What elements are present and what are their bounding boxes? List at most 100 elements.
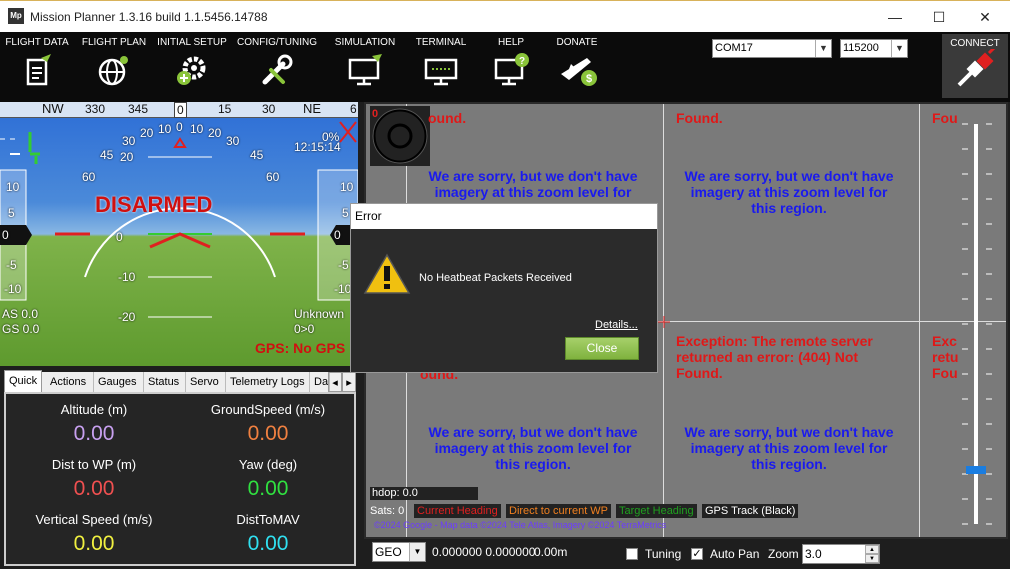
- left-scale-label: 0: [2, 228, 9, 242]
- autopan-checkbox[interactable]: ✓: [691, 548, 703, 560]
- baud-value: 115200: [843, 42, 879, 54]
- menu-flight-data[interactable]: FLIGHT DATA: [4, 37, 70, 91]
- menu-help[interactable]: HELP ?: [484, 37, 538, 91]
- zoom-slider-thumb[interactable]: [966, 466, 986, 474]
- map-overlay-icon: 0: [370, 106, 430, 166]
- right-scale-label: 10: [340, 180, 354, 194]
- chevron-down-icon[interactable]: ▼: [409, 543, 425, 561]
- hud-display: NW 330 345 0 15 30 NE 6 60 45 30 20 10 0: [0, 102, 358, 366]
- tuning-label: Tuning: [645, 547, 682, 561]
- airspeed-readout: AS 0.0: [2, 307, 39, 321]
- plug-icon: [957, 45, 997, 87]
- coord-type-value: GEO: [375, 545, 402, 559]
- sats-readout: Sats: 0: [370, 505, 405, 517]
- legend-label: GPS Track (Black): [705, 505, 796, 517]
- tab-telemetry-logs[interactable]: Telemetry Logs: [226, 372, 310, 392]
- tile-error-text: ound.: [428, 110, 467, 126]
- donate-icon: $: [561, 58, 597, 86]
- config-tuning-icon: [262, 54, 293, 85]
- maximize-button[interactable]: ☐: [916, 1, 962, 33]
- menu-initial-setup-label: INITIAL SETUP: [157, 37, 227, 48]
- legend-label: Target Heading: [619, 505, 694, 517]
- menu-flight-plan[interactable]: FLIGHT PLAN: [80, 37, 148, 91]
- app-logo-icon: Mp: [8, 8, 24, 24]
- stepper-down-icon[interactable]: ▼: [865, 554, 879, 563]
- tab-servo[interactable]: Servo: [186, 372, 226, 392]
- stepper-up-icon[interactable]: ▲: [865, 545, 879, 554]
- tab-scroll-left[interactable]: ◂: [328, 372, 342, 392]
- zoom-slider[interactable]: [960, 114, 1000, 534]
- map-status-bar: GEO ▼ 0.000000 0.000000 0.00m Tuning ✓ A…: [364, 539, 1010, 569]
- quick-value: 0.00: [73, 532, 115, 555]
- dialog-title: Error: [351, 204, 657, 229]
- port-select[interactable]: COM17 ▼: [712, 39, 832, 58]
- tab-quick[interactable]: Quick: [4, 370, 42, 392]
- details-link[interactable]: Details...: [595, 319, 638, 331]
- arm-status: DISARMED: [95, 192, 213, 217]
- menu-donate-label: DONATE: [556, 37, 598, 48]
- flight-mode: Unknown: [294, 307, 345, 321]
- target-icon: [372, 108, 428, 164]
- left-scale-label: -5: [6, 258, 17, 272]
- menu-terminal[interactable]: TERMINAL: [410, 37, 472, 91]
- autopan-label: Auto Pan: [710, 547, 760, 561]
- chevron-down-icon[interactable]: ▼: [891, 40, 907, 57]
- tile-error-text: Exception: The remote server returned an…: [676, 333, 873, 381]
- altitude-readout: 0.00m: [534, 545, 568, 559]
- menu-simulation[interactable]: SIMULATION: [330, 37, 400, 91]
- menu-initial-setup[interactable]: INITIAL SETUP: [156, 37, 228, 91]
- right-scale-label: 5: [342, 206, 349, 220]
- tab-status[interactable]: Status: [144, 372, 186, 392]
- legend-label: Current Heading: [417, 505, 498, 517]
- legend-current-heading: Current Heading: [414, 504, 501, 518]
- close-button[interactable]: Close: [565, 337, 639, 360]
- roll-label: 60: [82, 170, 96, 184]
- error-dialog: Error No Heatbeat Packets Received Detai…: [350, 203, 658, 373]
- tab-dataflash[interactable]: Da: [310, 372, 330, 392]
- left-scale-label: 5: [8, 206, 15, 220]
- pitch-label: 0: [116, 230, 123, 244]
- chevron-down-icon[interactable]: ▼: [815, 40, 831, 57]
- coord-type-select[interactable]: GEO ▼: [372, 542, 426, 562]
- tab-gauges[interactable]: Gauges: [94, 372, 144, 392]
- groundspeed-readout: GS 0.0: [2, 322, 40, 336]
- terminal-icon: [424, 58, 458, 86]
- legend-target-heading: Target Heading: [616, 504, 697, 518]
- menu-config-tuning[interactable]: CONFIG/TUNING: [236, 37, 318, 91]
- gps-status: GPS: No GPS: [255, 340, 346, 356]
- tab-scroll-right[interactable]: ▸: [342, 372, 356, 392]
- roll-label: 20: [140, 126, 154, 140]
- window-titlebar: Mp Mission Planner 1.3.16 build 1.1.5456…: [0, 0, 1010, 32]
- zoom-value: 3.0: [805, 547, 822, 561]
- map-attribution: ©2024 Google - Map data ©2024 Tele Atlas…: [374, 520, 667, 530]
- quick-label: Dist to WP (m): [51, 457, 137, 472]
- roll-label: 45: [250, 148, 264, 162]
- quick-value: 0.00: [73, 477, 115, 500]
- panel-tabs: Quick Actions Gauges Status Servo Teleme…: [4, 370, 356, 392]
- connect-button[interactable]: CONNECT: [942, 34, 1008, 98]
- pitch-label: 20: [120, 150, 134, 164]
- menu-config-tuning-label: CONFIG/TUNING: [237, 37, 317, 48]
- pitch-label: -20: [118, 310, 136, 324]
- roll-label: 10: [158, 122, 172, 136]
- tile-no-imagery: We are sorry, but we don't have imagery …: [428, 424, 638, 472]
- port-value: COM17: [715, 42, 753, 54]
- connect-label: CONNECT: [950, 38, 1000, 49]
- zoom-stepper[interactable]: 3.0 ▲ ▼: [802, 544, 880, 564]
- quick-label: Yaw (deg): [238, 457, 298, 472]
- menu-donate[interactable]: DONATE $: [550, 37, 604, 91]
- pitch-label: -10: [118, 270, 136, 284]
- close-window-button[interactable]: ✕: [962, 1, 1008, 33]
- simulation-icon: [348, 54, 382, 86]
- zoom-label: Zoom: [768, 547, 799, 561]
- roll-label: 10: [190, 122, 204, 136]
- waypoint-readout: 0>0: [294, 322, 315, 336]
- roll-label: 45: [100, 148, 114, 162]
- minimize-button[interactable]: —: [872, 1, 918, 33]
- baud-select[interactable]: 115200 ▼: [840, 39, 908, 58]
- help-icon: ?: [494, 53, 529, 86]
- tuning-checkbox[interactable]: [626, 548, 638, 560]
- tab-actions[interactable]: Actions: [46, 372, 94, 392]
- map-center-crosshair-icon: [658, 316, 670, 328]
- menu-flight-plan-label: FLIGHT PLAN: [81, 37, 147, 48]
